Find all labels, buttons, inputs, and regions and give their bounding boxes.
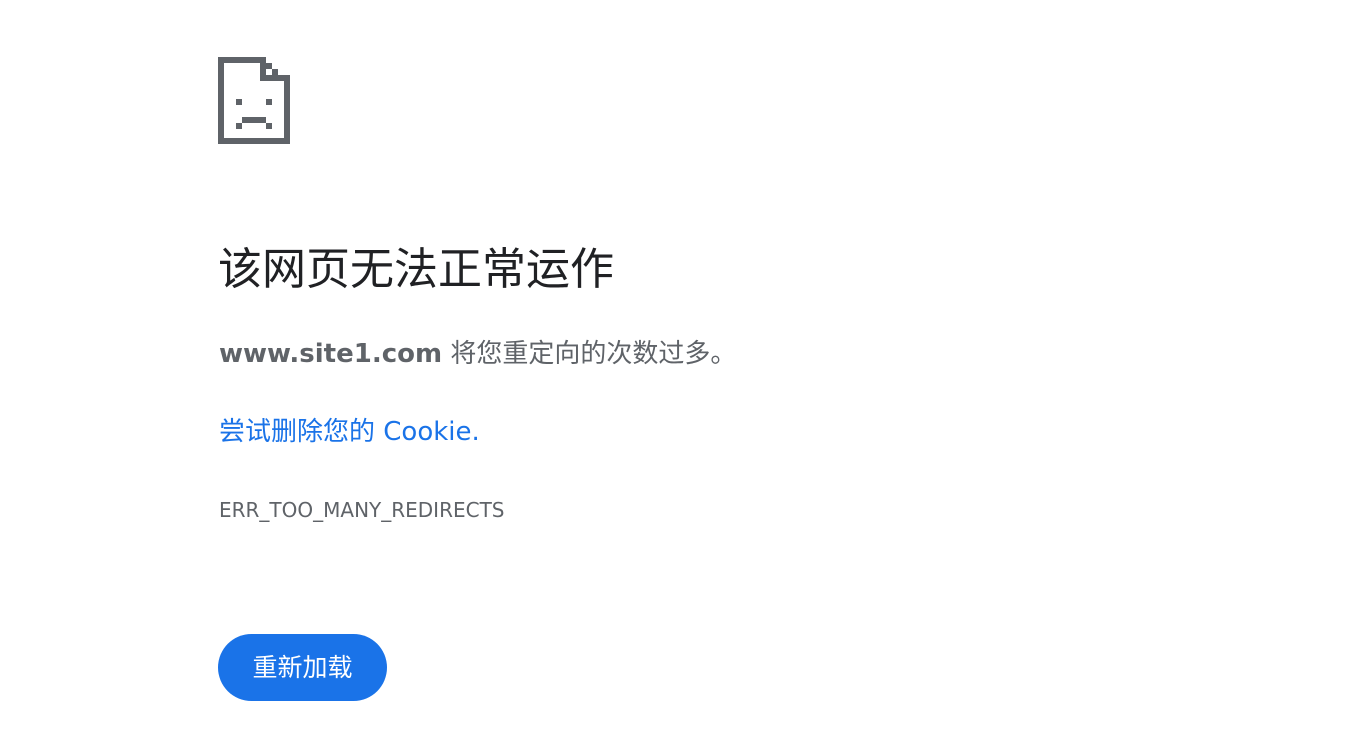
reload-button[interactable]: 重新加载 <box>218 634 387 701</box>
error-summary: www.site1.com 将您重定向的次数过多。 <box>219 334 736 374</box>
error-heading: 该网页无法正常运作 <box>218 244 614 295</box>
error-code: ERR_TOO_MANY_REDIRECTS <box>219 498 505 522</box>
clear-cookies-link[interactable]: 尝试删除您的 Cookie. <box>219 412 480 452</box>
error-page: 该网页无法正常运作 www.site1.com 将您重定向的次数过多。 尝试删除… <box>0 0 1364 734</box>
error-summary-text: 将您重定向的次数过多。 <box>442 339 737 369</box>
sad-page-icon <box>218 57 290 144</box>
error-host: www.site1.com <box>219 339 443 369</box>
